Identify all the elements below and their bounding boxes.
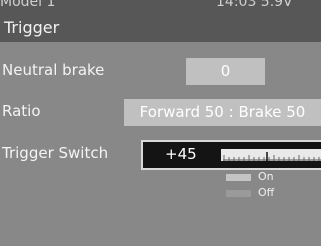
model-name: Model 1 — [0, 0, 56, 10]
legend-off-swatch — [226, 190, 251, 197]
header-bar: Model 1 14:03 5.9V Trigger — [0, 0, 321, 42]
trigger-switch-gauge — [221, 149, 321, 162]
page-title: Trigger — [4, 18, 60, 37]
legend-on-swatch — [226, 174, 251, 181]
trigger-gauge-ticks — [223, 152, 321, 162]
ratio-label: Ratio — [2, 102, 41, 120]
trigger-switch-field: +45 — [143, 142, 321, 168]
status-clock: 14:03 5.9V — [216, 0, 293, 10]
legend-on-label: On — [258, 170, 274, 183]
trigger-switch-value: +45 — [165, 145, 197, 163]
trigger-screen: Model 1 14:03 5.9V Trigger Neutral brake… — [0, 0, 321, 246]
ratio-value[interactable]: Forward 50 : Brake 50 — [124, 99, 321, 126]
neutral-brake-label: Neutral brake — [2, 61, 105, 79]
trigger-switch-control[interactable]: +45 — [141, 140, 321, 170]
legend-off-label: Off — [258, 186, 275, 199]
neutral-brake-value[interactable]: 0 — [186, 58, 265, 85]
trigger-switch-label: Trigger Switch — [2, 144, 109, 162]
